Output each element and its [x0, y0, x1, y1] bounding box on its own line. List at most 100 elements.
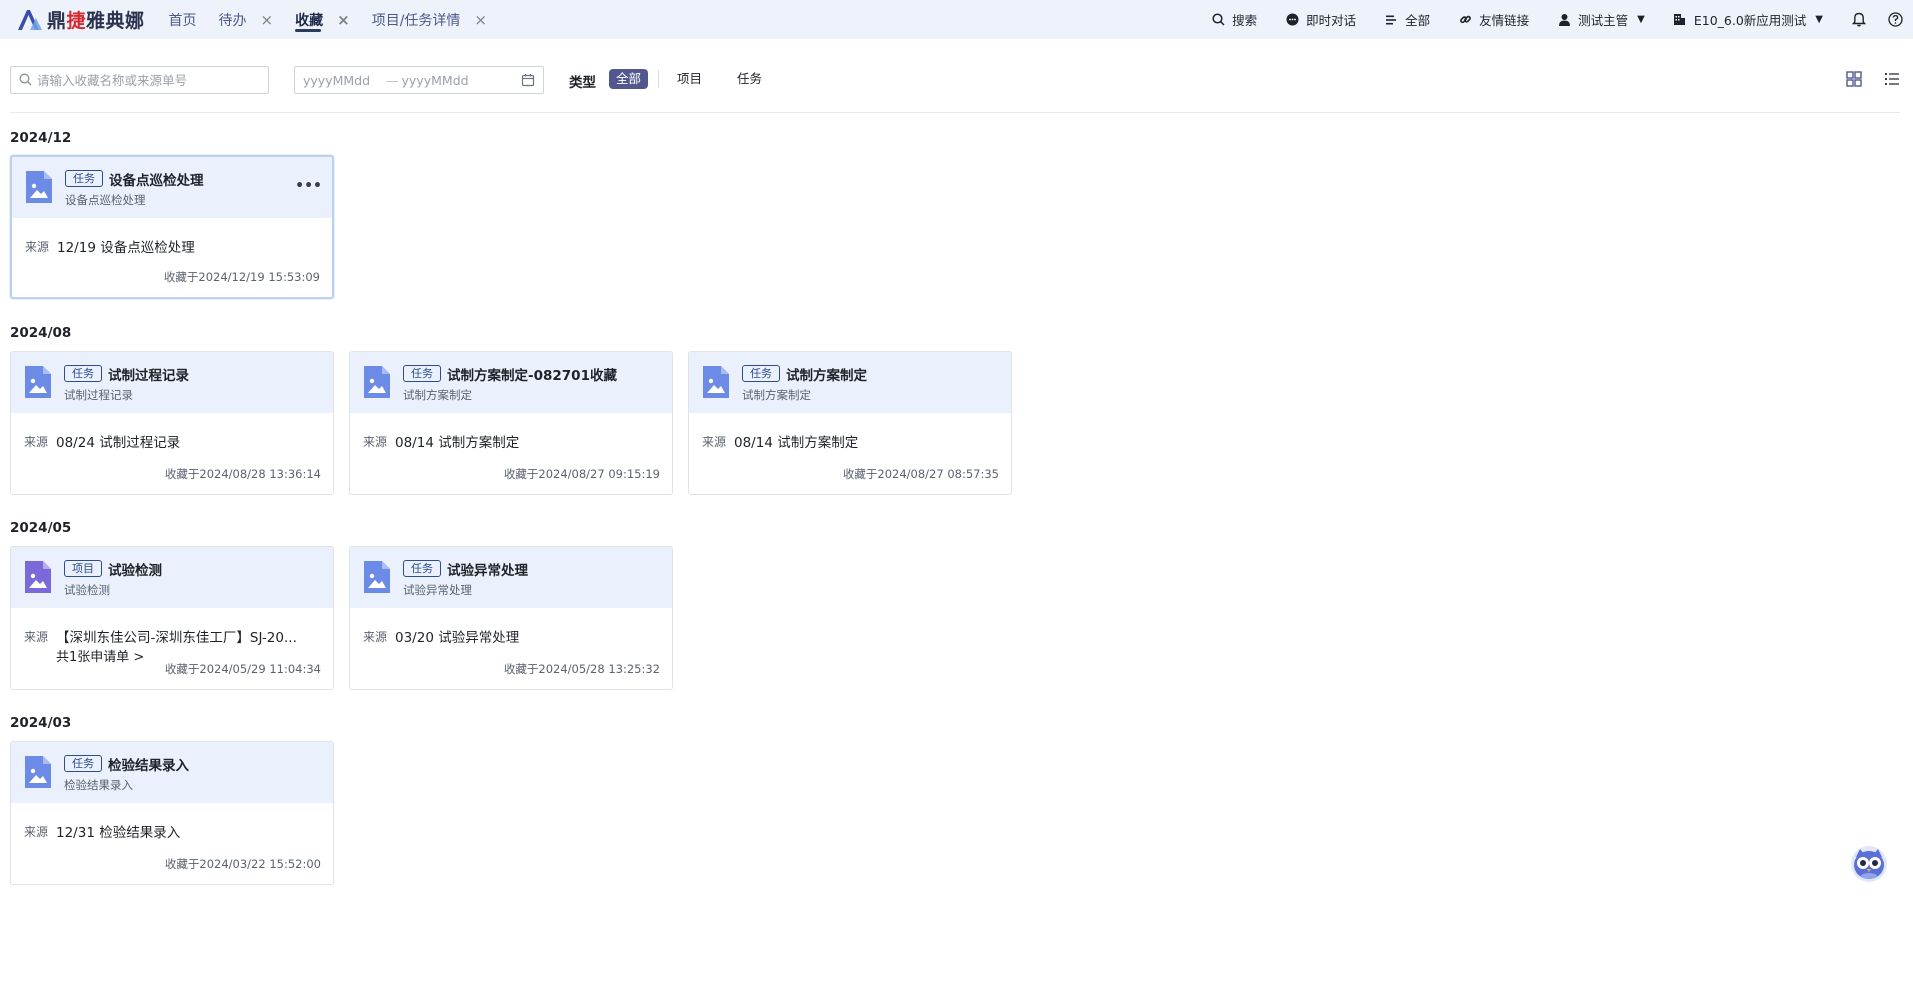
- card-subtitle: 试制方案制定: [742, 388, 811, 402]
- all-menu-button[interactable]: 全部: [1384, 10, 1430, 29]
- source-value: 08/14 试制方案制定: [395, 435, 520, 451]
- favorited-time: 收藏于2024/08/28 13:36:14: [164, 467, 321, 481]
- user-name: 测试主管: [1578, 13, 1629, 28]
- more-options-icon[interactable]: •••: [295, 178, 322, 194]
- search-icon: [19, 71, 32, 90]
- type-option-task[interactable]: 任务: [737, 69, 762, 89]
- chat-button[interactable]: 即时对话: [1285, 10, 1356, 29]
- top-nav-bar: 鼎捷雅典娜 首页 待办 × 收藏 × 项目/任务详情 × 搜索 即时对话 全部 …: [0, 0, 1913, 39]
- favorited-time: 收藏于2024/03/22 15:52:00: [164, 857, 321, 871]
- help-circle-icon[interactable]: [1887, 12, 1903, 28]
- logo-mark-icon: [16, 8, 44, 32]
- favorited-time: 收藏于2024/08/27 09:15:19: [503, 467, 660, 481]
- grid-view-icon[interactable]: [1846, 71, 1862, 87]
- group-title: 2024/12: [10, 130, 72, 146]
- image-file-icon: [25, 756, 51, 788]
- logo-text: 鼎捷雅典娜: [47, 10, 145, 32]
- image-file-icon: [364, 561, 390, 593]
- favorite-card[interactable]: 任务 试验异常处理 试验异常处理 来源 03/20 试验异常处理 收藏于2024…: [349, 546, 673, 690]
- date-start-placeholder[interactable]: yyyyMMdd: [303, 73, 370, 88]
- source-value: 08/14 试制方案制定: [734, 435, 859, 451]
- tab-label: 项目/任务详情: [371, 12, 461, 29]
- favorited-time: 收藏于2024/12/19 15:53:09: [163, 270, 320, 284]
- user-menu[interactable]: 测试主管 ▼: [1557, 10, 1645, 29]
- source-label: 来源: [363, 435, 388, 449]
- image-file-icon: [25, 366, 51, 398]
- application-count-link[interactable]: 共1张申请单 >: [56, 646, 144, 665]
- search-label: 搜索: [1232, 13, 1258, 28]
- calendar-icon[interactable]: [521, 73, 535, 90]
- card-type-tag: 任务: [403, 365, 441, 382]
- user-icon: [1557, 13, 1571, 27]
- favorite-card[interactable]: 任务 试制方案制定 试制方案制定 来源 08/14 试制方案制定 收藏于2024…: [688, 351, 1012, 495]
- search-input[interactable]: [37, 72, 257, 88]
- source-value: 03/20 试验异常处理: [395, 630, 520, 646]
- card-subtitle: 检验结果录入: [64, 778, 133, 792]
- source-label: 来源: [24, 435, 49, 449]
- favorited-time: 收藏于2024/05/28 13:25:32: [503, 662, 660, 676]
- close-icon[interactable]: ×: [261, 11, 274, 29]
- card-type-tag: 任务: [65, 170, 103, 187]
- tab-label: 首页: [168, 12, 197, 29]
- search-field[interactable]: [10, 66, 269, 94]
- card-title: 设备点巡检处理: [109, 173, 204, 189]
- tab-label: 待办: [218, 12, 247, 29]
- card-type-tag: 任务: [403, 560, 441, 577]
- image-file-icon: [703, 366, 729, 398]
- favorite-card[interactable]: 项目 试验检测 试验检测 来源 【深圳东佳公司-深圳东佳工厂】SJ-20... …: [10, 546, 334, 690]
- tab-favorites[interactable]: 收藏 ×: [295, 0, 350, 39]
- chat-label: 即时对话: [1306, 13, 1357, 28]
- favorite-card[interactable]: 任务 检验结果录入 检验结果录入 来源 12/31 检验结果录入 收藏于2024…: [10, 741, 334, 885]
- link-icon: [1458, 13, 1472, 27]
- date-end-placeholder[interactable]: yyyyMMdd: [402, 73, 469, 88]
- image-file-icon: [25, 561, 51, 593]
- card-type-tag: 任务: [742, 365, 780, 382]
- card-subtitle: 试验异常处理: [403, 583, 472, 597]
- group-title: 2024/08: [10, 325, 72, 341]
- card-type-tag: 项目: [64, 560, 102, 577]
- date-separator: —: [386, 72, 399, 88]
- card-subtitle: 试验检测: [64, 583, 110, 597]
- bell-icon[interactable]: [1851, 12, 1867, 28]
- chat-bubble-icon: [1285, 13, 1299, 27]
- all-label: 全部: [1405, 13, 1431, 28]
- links-button[interactable]: 友情链接: [1458, 10, 1529, 29]
- tenant-name: E10_6.0新应用测试: [1693, 13, 1807, 28]
- divider: [10, 112, 1900, 113]
- favorite-card[interactable]: 任务 试制过程记录 试制过程记录 来源 08/24 试制过程记录 收藏于2024…: [10, 351, 334, 495]
- favorited-time: 收藏于2024/05/29 11:04:34: [164, 662, 321, 676]
- tab-todo[interactable]: 待办 ×: [219, 0, 274, 39]
- card-header: 任务 试制过程记录 试制过程记录: [11, 352, 333, 413]
- list-view-icon[interactable]: [1884, 71, 1900, 87]
- tab-project-task-detail[interactable]: 项目/任务详情 ×: [372, 0, 487, 39]
- nav-right: 搜索 即时对话 全部 友情链接 测试主管 ▼ E10_6.0新应用测试 ▼: [1211, 0, 1913, 39]
- card-header: 任务 检验结果录入 检验结果录入: [11, 742, 333, 803]
- logo[interactable]: 鼎捷雅典娜: [16, 0, 145, 39]
- favorite-card[interactable]: 任务 设备点巡检处理 设备点巡检处理 ••• 来源 12/19 设备点巡检处理 …: [10, 155, 334, 299]
- favorite-card[interactable]: 任务 试制方案制定-082701收藏 试制方案制定 来源 08/14 试制方案制…: [349, 351, 673, 495]
- page-tabs: 首页 待办 × 收藏 × 项目/任务详情 ×: [163, 0, 509, 39]
- favorited-time: 收藏于2024/08/27 08:57:35: [842, 467, 999, 481]
- source-value: 12/31 检验结果录入: [56, 825, 181, 841]
- card-title: 试验异常处理: [447, 563, 528, 579]
- source-value: 08/24 试制过程记录: [56, 435, 181, 451]
- type-option-project[interactable]: 项目: [677, 69, 702, 89]
- search-icon: [1211, 13, 1225, 27]
- close-icon[interactable]: ×: [337, 11, 350, 29]
- card-title: 试验检测: [108, 563, 162, 579]
- tab-home[interactable]: 首页: [169, 0, 197, 39]
- card-header: 项目 试验检测 试验检测: [11, 547, 333, 608]
- tenant-menu[interactable]: E10_6.0新应用测试 ▼: [1673, 10, 1823, 29]
- search-button[interactable]: 搜索: [1211, 10, 1257, 29]
- group-title: 2024/05: [10, 520, 72, 536]
- type-option-all[interactable]: 全部: [609, 69, 649, 89]
- owl-assistant-icon[interactable]: [1849, 843, 1889, 883]
- card-subtitle: 试制过程记录: [64, 388, 133, 402]
- list-icon: [1384, 13, 1398, 27]
- date-range-picker[interactable]: yyyyMMdd — yyyyMMdd: [294, 66, 544, 94]
- group-title: 2024/03: [10, 715, 72, 731]
- card-type-tag: 任务: [64, 365, 102, 382]
- close-icon[interactable]: ×: [474, 11, 487, 29]
- card-title: 试制方案制定-082701收藏: [447, 368, 617, 384]
- source-value: 12/19 设备点巡检处理: [57, 240, 195, 256]
